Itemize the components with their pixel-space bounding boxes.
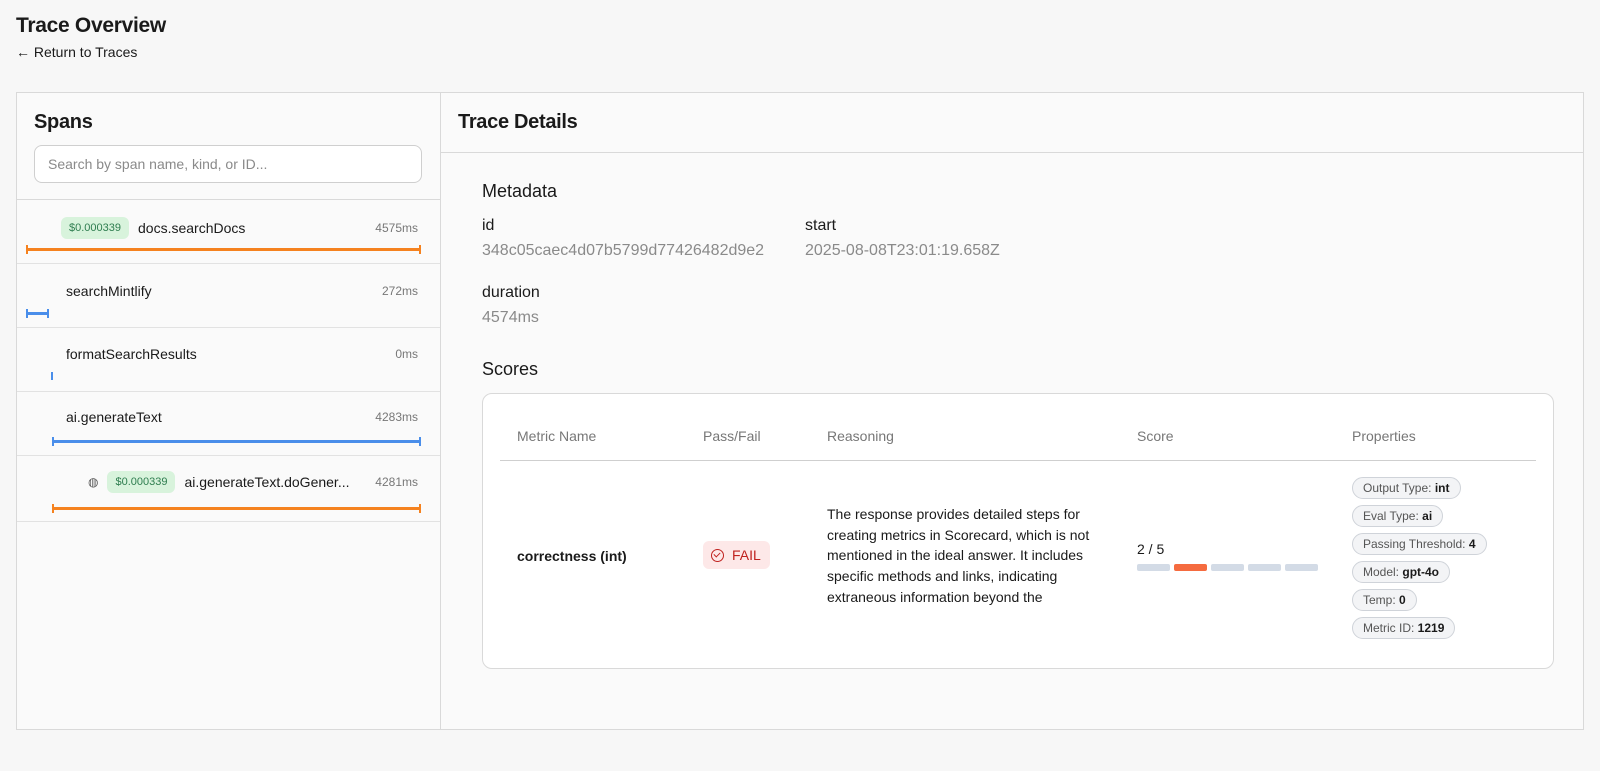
property-pill: Passing Threshold: 4 [1352, 533, 1487, 555]
meta-id-label: id [482, 217, 495, 234]
check-circle-icon [711, 548, 724, 562]
meta-id-value: 348c05caec4d07b5799d77426482d9e2 [482, 242, 765, 259]
property-label: Passing Threshold: [1363, 537, 1469, 551]
status-text: FAIL [732, 547, 761, 563]
span-timeline-bar [52, 437, 421, 446]
span-name: ai.generateText [66, 409, 162, 425]
cost-badge: $0.000339 [107, 471, 176, 493]
property-label: Eval Type: [1363, 509, 1423, 523]
spans-pane: Spans $0.000339 docs.searchDocs 4575ms s… [17, 93, 441, 729]
property-pill: Output Type: int [1352, 477, 1461, 499]
meta-start-label: start [805, 217, 837, 234]
span-timeline-bar [52, 504, 421, 513]
property-label: Temp: [1363, 593, 1400, 607]
cost-badge: $0.000339 [61, 217, 129, 239]
scores-table: Metric Name Pass/Fail Reasoning Score Pr… [482, 393, 1554, 669]
span-row-docs-searchdocs[interactable]: $0.000339 docs.searchDocs 4575ms [17, 200, 440, 264]
globe-icon: ◍ [88, 475, 99, 489]
span-name: searchMintlify [66, 283, 152, 299]
span-row-ai-generatetext-dogenerate[interactable]: ◍ $0.000339 ai.generateText.doGener... 4… [17, 456, 440, 522]
properties-list: Output Type: int Eval Type: ai Passing Thr… [1352, 477, 1487, 639]
return-to-traces-link[interactable]: ← Return to Traces [16, 44, 166, 60]
span-timeline-bar [51, 372, 53, 380]
span-timeline-bar [26, 245, 421, 254]
span-row-searchmintlify[interactable]: searchMintlify 272ms [17, 264, 440, 328]
span-duration: 4281ms [375, 475, 418, 489]
status-badge: FAIL [703, 541, 770, 569]
reasoning-text: The response provides detailed steps for… [827, 506, 1090, 605]
scores-title: Scores [482, 359, 539, 379]
span-duration: 272ms [381, 284, 418, 298]
column-header-pass-fail: Pass/Fail [703, 428, 761, 444]
span-timeline-bar [26, 309, 49, 318]
property-pill: Eval Type: ai [1352, 505, 1444, 527]
score-segment [1137, 564, 1170, 571]
score-segment [1285, 564, 1318, 571]
property-pill: Metric ID: 1219 [1352, 617, 1456, 639]
property-label: Metric ID: [1363, 621, 1418, 635]
meta-duration-label: duration [482, 284, 540, 301]
page-title: Trace Overview [16, 14, 166, 37]
property-value: gpt-4o [1402, 565, 1440, 579]
property-pill: Model: gpt-4o [1352, 561, 1451, 583]
score-segment [1211, 564, 1244, 571]
trace-details-pane: Trace Details Metadata id 348c05caec4d07… [441, 93, 1583, 729]
meta-duration-value: 4574ms [482, 309, 539, 326]
trace-details-title: Trace Details [458, 111, 578, 133]
span-row-ai-generatetext[interactable]: ai.generateText 4283ms [17, 392, 440, 456]
property-label: Output Type: [1363, 481, 1435, 495]
span-duration: 4283ms [375, 410, 418, 424]
score-text: 2 / 5 [1137, 541, 1165, 557]
metadata-title: Metadata [482, 181, 558, 201]
span-name: docs.searchDocs [138, 220, 246, 236]
property-value: int [1434, 481, 1450, 495]
score-segment [1248, 564, 1281, 571]
property-value: ai [1422, 509, 1433, 523]
span-name: formatSearchResults [66, 346, 197, 362]
metric-name: correctness (int) [517, 548, 627, 564]
column-header-reasoning: Reasoning [827, 428, 894, 444]
span-duration: 4575ms [375, 221, 418, 235]
span-name: ai.generateText.doGener... [184, 474, 350, 490]
meta-start-value: 2025-08-08T23:01:19.658Z [805, 242, 1000, 259]
page-header: Trace Overview ← Return to Traces [16, 14, 166, 60]
span-duration: 0ms [395, 347, 418, 361]
table-header-divider [500, 460, 1536, 461]
property-value: 0 [1399, 593, 1406, 607]
property-value: 1219 [1417, 621, 1445, 635]
trace-panel: Spans $0.000339 docs.searchDocs 4575ms s… [16, 92, 1584, 730]
column-header-metric-name: Metric Name [517, 428, 597, 444]
property-pill: Temp: 0 [1352, 589, 1417, 611]
details-divider [441, 152, 1583, 153]
score-segment [1174, 564, 1207, 571]
span-search-input[interactable] [34, 145, 422, 183]
span-row-formatsearchresults[interactable]: formatSearchResults 0ms [17, 328, 440, 392]
column-header-properties: Properties [1352, 428, 1416, 444]
column-header-score: Score [1137, 428, 1174, 444]
property-value: 4 [1468, 537, 1476, 551]
spans-title: Spans [34, 111, 93, 133]
property-label: Model: [1363, 565, 1403, 579]
